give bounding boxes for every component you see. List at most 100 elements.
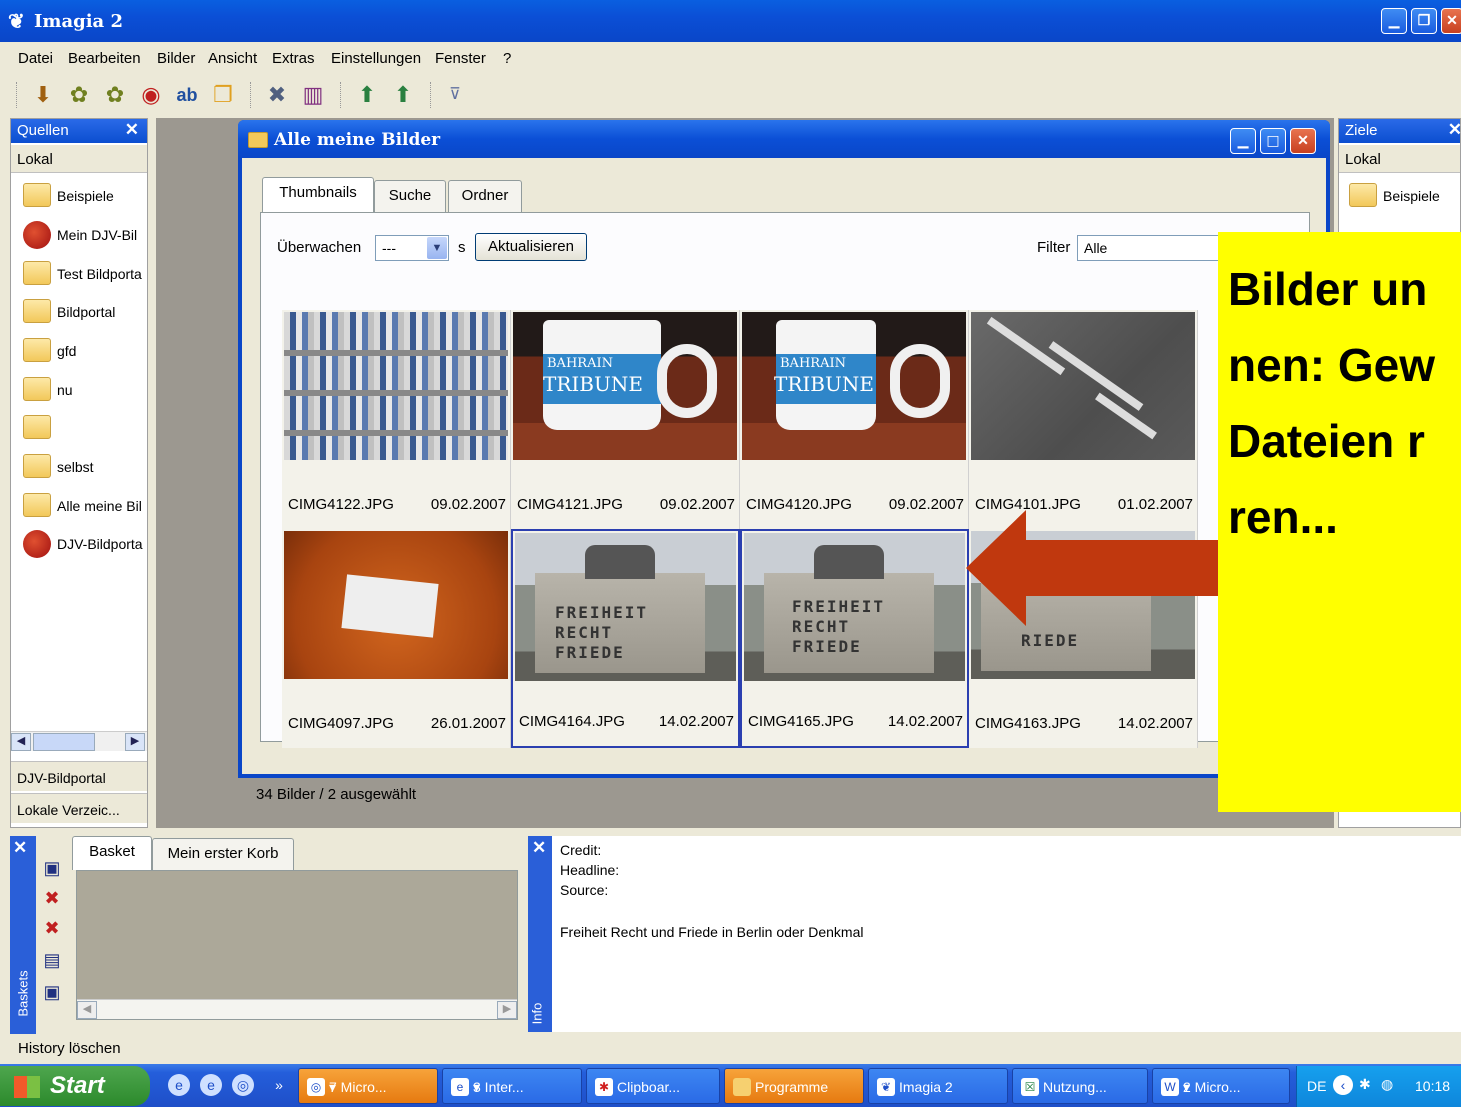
horizontal-scrollbar[interactable]: ◀ ▶ <box>77 999 517 1019</box>
minimize-button[interactable]: ▁ <box>1381 8 1407 34</box>
tab-lokale-verzeichnisse[interactable]: Lokale Verzeic... <box>11 793 147 823</box>
horizontal-scrollbar[interactable]: ◀ ▶ <box>11 731 147 751</box>
watch-interval-select[interactable]: --- ▼ <box>375 235 449 261</box>
thumbnail-image[interactable] <box>971 312 1195 460</box>
bottom-dock: ✕ Baskets ▣ ✖ ✖ ▤ ▣ Basket Mein erster K… <box>0 832 1461 1036</box>
scroll-right-icon[interactable]: ▶ <box>497 1001 517 1019</box>
tab-basket[interactable]: Basket <box>72 836 152 870</box>
tab-ordner[interactable]: Ordner <box>448 180 522 212</box>
taskbar-item-nutzung[interactable]: ☒ Nutzung... <box>1012 1068 1148 1104</box>
tab-djv-bildportal[interactable]: DJV-Bildportal <box>11 761 147 791</box>
scroll-left-icon[interactable]: ◀ <box>11 733 31 751</box>
close-icon[interactable]: ✕ <box>1448 120 1461 140</box>
rename-icon[interactable]: ab <box>172 80 202 110</box>
scroll-right-icon[interactable]: ▶ <box>125 733 145 751</box>
taskbar-item-programme[interactable]: Programme <box>724 1068 864 1104</box>
dialog-minimize-button[interactable]: ▁ <box>1230 128 1256 154</box>
upload-icon[interactable]: ⬆ <box>352 80 382 110</box>
tray-app-icon[interactable]: ✱ <box>1359 1076 1371 1093</box>
menu-datei[interactable]: Datei <box>18 50 53 67</box>
tree-item-beispiele[interactable]: Beispiele <box>1349 181 1461 211</box>
thumbnail-image[interactable] <box>284 312 508 460</box>
tree-item-selbst[interactable]: selbst <box>23 452 153 482</box>
copy-icon[interactable]: ❐ <box>208 80 238 110</box>
thumbnail-item[interactable]: CIMG4097.JPG 26.01.2007 <box>282 529 511 748</box>
menu-bilder[interactable]: Bilder <box>157 50 195 67</box>
thumbnail-item[interactable]: CIMG4101.JPG 01.02.2007 <box>969 310 1198 529</box>
thumbnail-item[interactable]: BAHRAIN TRIBUNE CIMG4120.JPG 09.02.2007 <box>740 310 969 529</box>
thumbnail-image[interactable]: FREIHEIT RECHT FRIEDE <box>744 533 965 681</box>
camera-icon[interactable]: ✿ <box>64 80 94 110</box>
close-button[interactable]: ✕ <box>1441 8 1461 34</box>
ie-quicklaunch-icon[interactable]: e <box>200 1074 222 1096</box>
tab-thumbnails[interactable]: Thumbnails <box>262 177 374 213</box>
menu-einstellungen[interactable]: Einstellungen <box>331 50 421 67</box>
basket-export-icon[interactable]: ▤ <box>40 950 64 972</box>
tab-suche[interactable]: Suche <box>374 180 446 212</box>
thumbnail-image[interactable] <box>284 531 508 679</box>
chevron-left-icon[interactable]: ‹ <box>1333 1075 1353 1095</box>
menu-bearbeiten[interactable]: Bearbeiten <box>68 50 141 67</box>
chevron-down-icon[interactable]: ▼ <box>427 237 447 259</box>
paper-graphic <box>341 574 439 638</box>
taskbar-item-micro[interactable]: ◎ 7 Micro... ▾ <box>298 1068 438 1104</box>
menu-ansicht[interactable]: Ansicht <box>208 50 257 67</box>
tree-item-unnamed[interactable] <box>23 413 153 443</box>
thumbnail-item[interactable]: BAHRAIN TRIBUNE CIMG4121.JPG 09.02.2007 <box>511 310 740 529</box>
globe-icon[interactable]: ◉ <box>136 80 166 110</box>
tree-item-mein-djv[interactable]: Mein DJV-Bil <box>23 220 153 250</box>
tab-mein-erster-korb[interactable]: Mein erster Korb <box>152 838 294 870</box>
info-label: Info <box>529 1002 545 1025</box>
taskbar-item-imagia[interactable]: ❦ Imagia 2 <box>868 1068 1008 1104</box>
language-indicator[interactable]: DE <box>1307 1078 1326 1094</box>
targets-subheader[interactable]: Lokal <box>1339 145 1460 173</box>
tree-item-djv-bildportal[interactable]: DJV-Bildporta <box>23 529 153 559</box>
import-icon[interactable]: ⬇ <box>28 80 58 110</box>
basket-copy-icon[interactable]: ▣ <box>40 982 64 1004</box>
upload2-icon[interactable]: ⬆ <box>388 80 418 110</box>
scroll-thumb[interactable] <box>33 733 95 751</box>
menu-fenster[interactable]: Fenster <box>435 50 486 67</box>
tree-item-alle-meine-bilder[interactable]: Alle meine Bil <box>23 491 153 521</box>
chevron-right-icon[interactable]: » <box>268 1074 290 1096</box>
thumbnail-item-selected[interactable]: FREIHEIT RECHT FRIEDE CIMG4165.JPG 14.02… <box>740 529 969 748</box>
browser-quicklaunch-icon[interactable]: e <box>168 1074 190 1096</box>
basket-remove-icon[interactable]: ✖ <box>40 888 64 910</box>
close-icon[interactable]: ✕ <box>532 838 546 858</box>
refresh-button[interactable]: Aktualisieren <box>475 233 587 261</box>
taskbar-item-internet[interactable]: e3 Inter... ▾ <box>442 1068 582 1104</box>
network-icon[interactable]: ◍ <box>1381 1076 1393 1093</box>
menu-help[interactable]: ? <box>503 50 511 67</box>
taskbar-item-word[interactable]: W2 Micro... ▾ <box>1152 1068 1290 1104</box>
pin-icon[interactable]: ⊽ <box>440 80 470 110</box>
dialog-close-button[interactable]: ✕ <box>1290 128 1316 154</box>
tree-item-beispiele[interactable]: Beispiele <box>23 181 153 211</box>
tree-item-gfd[interactable]: gfd <box>23 336 153 366</box>
basket-delete-icon[interactable]: ✖ <box>40 918 64 940</box>
camera2-icon[interactable]: ✿ <box>100 80 130 110</box>
thumbnail-item[interactable]: CIMG4122.JPG 09.02.2007 <box>282 310 511 529</box>
scroll-left-icon[interactable]: ◀ <box>77 1001 97 1019</box>
sources-subheader[interactable]: Lokal <box>11 145 147 173</box>
start-button[interactable]: Start <box>0 1066 150 1106</box>
tools-icon[interactable]: ✖ <box>262 80 292 110</box>
dialog-maximize-button[interactable]: □ <box>1260 128 1286 154</box>
close-icon[interactable]: ✕ <box>125 120 139 140</box>
menu-extras[interactable]: Extras <box>272 50 315 67</box>
taskbar-item-clipboard[interactable]: ✱ Clipboar... <box>586 1068 720 1104</box>
clear-history-link[interactable]: History löschen <box>18 1040 121 1057</box>
books-icon[interactable]: ▥ <box>298 80 328 110</box>
maximize-button[interactable]: ❐ <box>1411 8 1437 34</box>
app-quicklaunch-icon[interactable]: ◎ <box>232 1074 254 1096</box>
basket-add-icon[interactable]: ▣ <box>40 858 64 880</box>
tree-item-test-bildportal[interactable]: Test Bildporta <box>23 259 153 289</box>
tree-item-nu[interactable]: nu <box>23 375 153 405</box>
thumbnail-item-selected[interactable]: FREIHEIT RECHT FRIEDE CIMG4164.JPG 14.02… <box>511 529 740 748</box>
thumbnail-image[interactable]: FREIHEIT RECHT FRIEDE <box>515 533 736 681</box>
basket-content[interactable]: ◀ ▶ <box>76 870 518 1020</box>
thumbnail-image[interactable]: BAHRAIN TRIBUNE <box>513 312 737 460</box>
close-icon[interactable]: ✕ <box>13 838 27 858</box>
tree-item-bildportal[interactable]: Bildportal <box>23 297 153 327</box>
info-panel: Credit: Headline: Source: Freiheit Recht… <box>552 836 1461 1032</box>
thumbnail-image[interactable]: BAHRAIN TRIBUNE <box>742 312 966 460</box>
